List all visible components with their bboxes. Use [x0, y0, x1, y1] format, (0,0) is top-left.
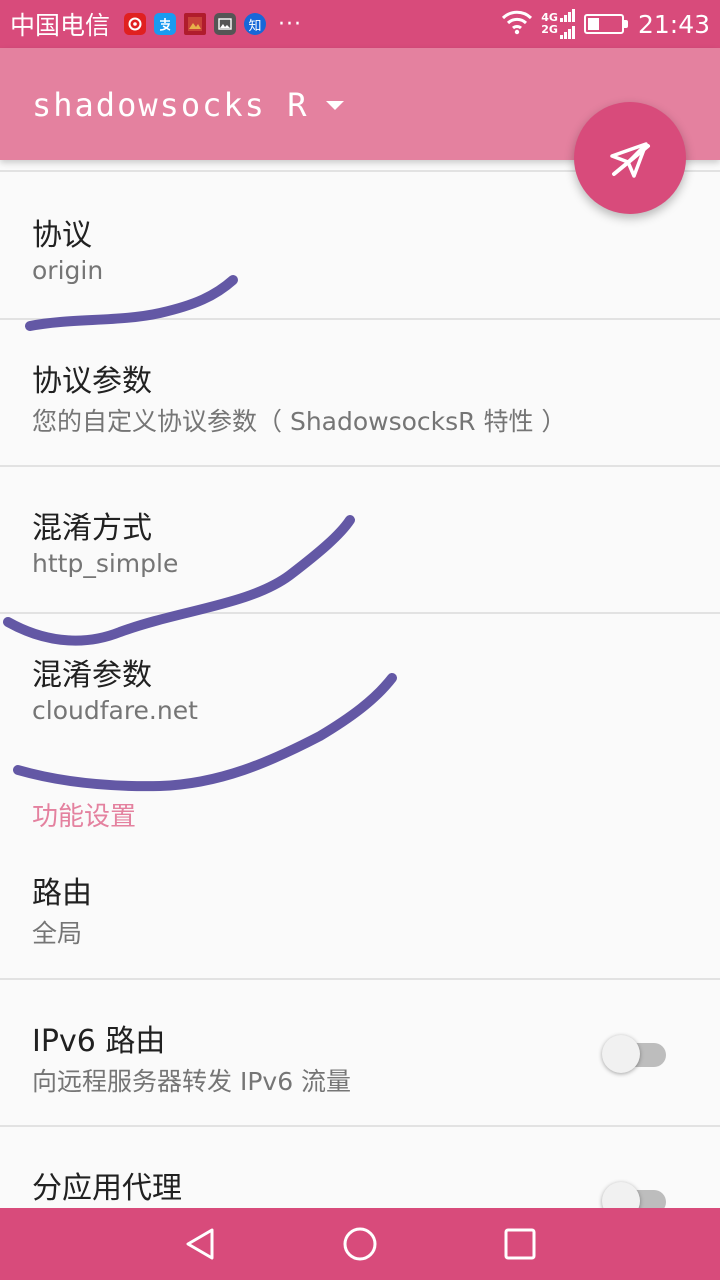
- pref-title: IPv6 路由: [32, 1024, 166, 1059]
- dropdown-caret-icon: [326, 100, 345, 110]
- pref-summary: origin: [32, 256, 104, 285]
- pref-protocol-param[interactable]: 协议参数 您的自定义协议参数（ ShadowsocksR 特性 ）: [0, 318, 720, 466]
- recents-icon[interactable]: [502, 1226, 538, 1262]
- profile-selector[interactable]: shadowsocks R: [32, 86, 345, 124]
- pref-obfs-param[interactable]: 混淆参数 cloudfare.net: [0, 612, 720, 782]
- netease-music-icon: [124, 13, 147, 35]
- pref-ipv6[interactable]: IPv6 路由 向远程服务器转发 IPv6 流量: [0, 978, 720, 1126]
- pref-title: 协议: [32, 218, 92, 253]
- battery-icon: [583, 14, 628, 34]
- status-time: 21:43: [637, 9, 710, 39]
- pref-summary: 向远程服务器转发 IPv6 流量: [32, 1067, 352, 1096]
- carrier-label: 中国电信: [10, 11, 111, 40]
- pref-title: 混淆参数: [32, 658, 152, 693]
- wifi-icon: [501, 9, 533, 39]
- pref-obfs[interactable]: 混淆方式 http_simple: [0, 465, 720, 613]
- pref-route[interactable]: 路由 全局: [0, 832, 720, 978]
- pref-summary: 您的自定义协议参数（ ShadowsocksR 特性 ）: [32, 407, 567, 436]
- back-icon[interactable]: [182, 1226, 218, 1262]
- paper-plane-off-icon: [610, 142, 650, 178]
- toolbar-title: shadowsocks R: [32, 86, 309, 124]
- zhihu-icon: 知: [244, 13, 267, 35]
- pref-title: 混淆方式: [32, 511, 152, 546]
- zhihu-label: 知: [248, 18, 262, 34]
- preference-list: 协议 origin 协议参数 您的自定义协议参数（ ShadowsocksR 特…: [0, 160, 720, 1220]
- alipay-icon: [154, 13, 177, 35]
- network-type-secondary: 2G: [541, 23, 558, 36]
- pref-summary: http_simple: [32, 549, 179, 578]
- category-header: 功能设置: [32, 802, 137, 832]
- switch-thumb: [602, 1035, 640, 1073]
- pref-per-app-proxy[interactable]: 分应用代理: [0, 1125, 720, 1220]
- ipv6-toggle[interactable]: [602, 1032, 666, 1073]
- gallery-icon: [214, 13, 237, 35]
- more-notifications-indicator: ···: [278, 11, 302, 37]
- screen: 中国电信 知 ··· 4G 2G 21:43 shadowsocks R 协议 …: [0, 0, 720, 1280]
- home-icon[interactable]: [342, 1226, 378, 1262]
- battery-level: [587, 18, 599, 30]
- cellular-signal-icon: 4G 2G: [541, 7, 576, 41]
- status-bar: 中国电信 知 ··· 4G 2G 21:43: [0, 0, 720, 48]
- pref-title: 分应用代理: [32, 1171, 182, 1206]
- photo-app-icon: [184, 13, 207, 35]
- pref-title: 协议参数: [32, 364, 152, 399]
- system-navigation-bar: [0, 1208, 720, 1280]
- pref-title: 路由: [32, 876, 92, 911]
- connect-fab-button[interactable]: [574, 102, 686, 214]
- pref-summary: 全局: [32, 919, 83, 948]
- pref-summary: cloudfare.net: [32, 696, 198, 725]
